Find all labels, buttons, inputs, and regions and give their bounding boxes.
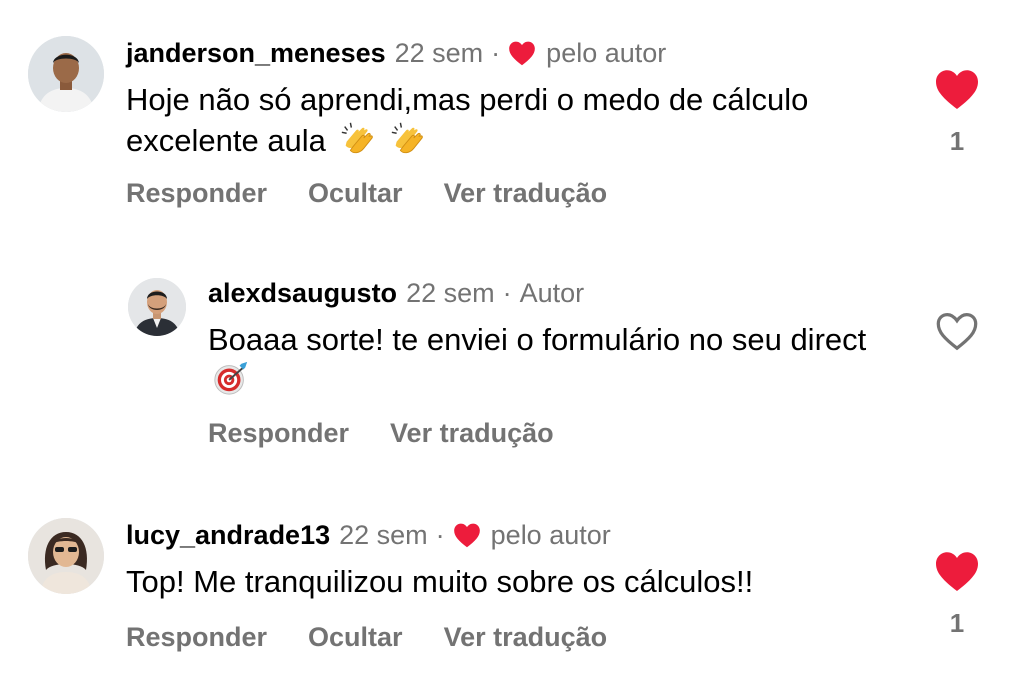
- like-heart-outline-icon[interactable]: [934, 310, 980, 352]
- hide-button[interactable]: Ocultar: [308, 620, 403, 654]
- separator: ·: [491, 38, 501, 68]
- timestamp: 22 sem: [394, 38, 484, 68]
- like-heart-icon[interactable]: [934, 550, 980, 592]
- comment-text: Boaaa sorte! te enviei o formulário no s…: [208, 322, 867, 357]
- direct-hit-icon: [212, 359, 250, 397]
- liked-by-author-heart-icon: [453, 522, 481, 548]
- like-count[interactable]: 1: [934, 126, 980, 157]
- timestamp: 22 sem: [406, 278, 495, 308]
- avatar[interactable]: [28, 36, 104, 112]
- like-heart-icon[interactable]: [934, 68, 980, 110]
- comment-text: Hoje não só aprendi,mas perdi o medo de …: [126, 82, 809, 158]
- liked-by-author-label: pelo autor: [490, 520, 611, 550]
- avatar[interactable]: [28, 518, 104, 594]
- comments-list: janderson_meneses 22 sem · pelo autor Ho…: [0, 0, 1024, 693]
- separator: ·: [435, 520, 445, 550]
- author-badge: Autor: [519, 278, 585, 308]
- liked-by-author-label: pelo autor: [546, 38, 667, 68]
- timestamp: 22 sem: [339, 520, 428, 550]
- username[interactable]: janderson_meneses: [126, 36, 386, 70]
- reply-button[interactable]: Responder: [126, 176, 267, 210]
- like-count[interactable]: 1: [934, 608, 980, 639]
- clapping-hands-icon: [389, 119, 427, 157]
- clapping-hands-icon: [339, 119, 377, 157]
- see-translation-button[interactable]: Ver tradução: [444, 620, 608, 654]
- hide-button[interactable]: Ocultar: [308, 176, 403, 210]
- username[interactable]: lucy_andrade13: [126, 518, 330, 552]
- reply-button[interactable]: Responder: [126, 620, 267, 654]
- avatar[interactable]: [128, 278, 186, 336]
- username[interactable]: alexdsaugusto: [208, 276, 397, 310]
- see-translation-button[interactable]: Ver tradução: [444, 176, 608, 210]
- liked-by-author-heart-icon: [508, 40, 536, 66]
- reply-button[interactable]: Responder: [208, 416, 349, 450]
- see-translation-button[interactable]: Ver tradução: [390, 416, 554, 450]
- comment-text: Top! Me tranquilizou muito sobre os cálc…: [126, 564, 754, 599]
- separator: ·: [502, 278, 512, 308]
